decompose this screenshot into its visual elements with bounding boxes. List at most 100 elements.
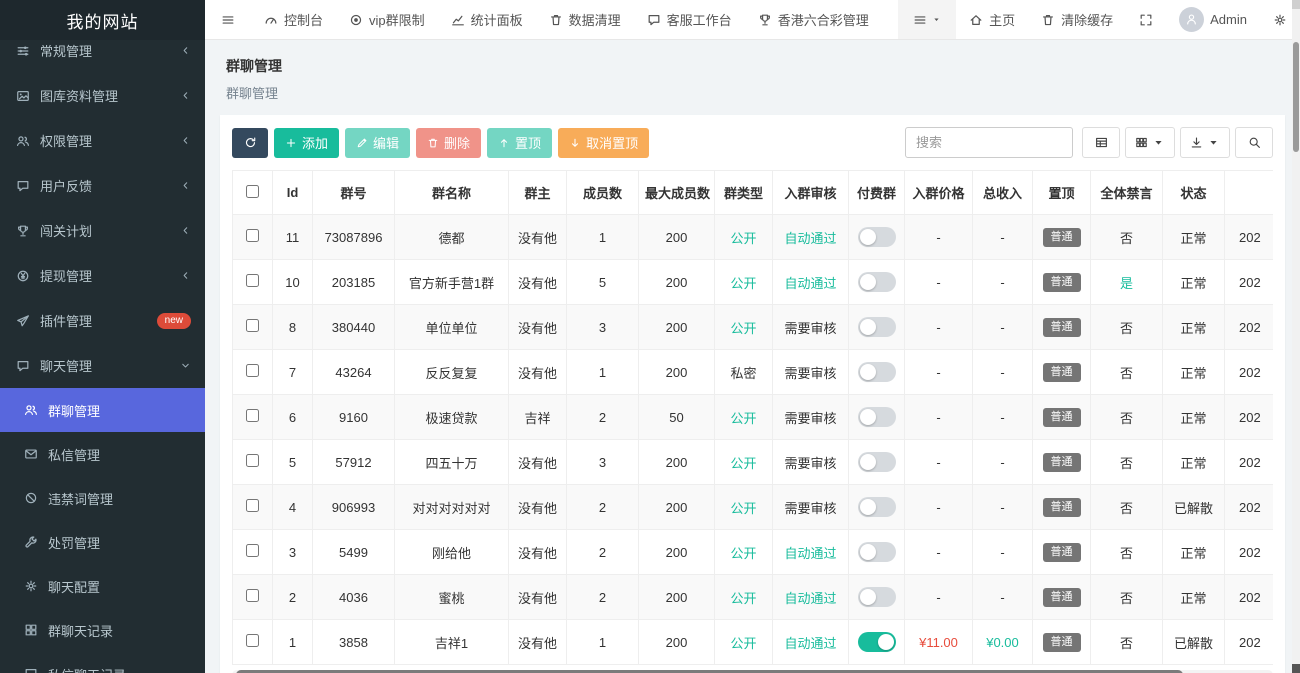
row-checkbox[interactable] xyxy=(246,409,259,422)
paid-toggle[interactable] xyxy=(858,317,896,337)
nav-fullscreen[interactable] xyxy=(1126,0,1166,40)
nav-menu-dropdown[interactable] xyxy=(898,0,956,40)
table-row: 69160极速贷款吉祥250公开需要审核--普通否正常202 xyxy=(233,395,1274,440)
sidebar-item-feedback[interactable]: 用户反馈 xyxy=(0,163,205,208)
row-checkbox[interactable] xyxy=(246,319,259,332)
nav-clear-cache[interactable]: 清除缓存 xyxy=(1028,0,1126,40)
top-badge: 普通 xyxy=(1043,273,1081,292)
column-header[interactable]: 置顶 xyxy=(1033,171,1091,215)
sidebar-subitem-chat-config[interactable]: 聊天配置 xyxy=(0,564,205,608)
export-dropdown-button[interactable] xyxy=(1180,127,1230,158)
nav-item-stats[interactable]: 统计面板 xyxy=(438,0,536,40)
delete-button[interactable]: 删除 xyxy=(416,128,481,158)
row-checkbox[interactable] xyxy=(246,364,259,377)
column-header[interactable]: 群类型 xyxy=(715,171,773,215)
arrow-up-icon xyxy=(498,137,510,149)
column-header[interactable]: 状态 xyxy=(1163,171,1225,215)
search-button[interactable] xyxy=(1235,127,1273,158)
paid-toggle[interactable] xyxy=(858,542,896,562)
nav-user[interactable]: Admin xyxy=(1166,0,1260,40)
nav-home[interactable]: 主页 xyxy=(956,0,1028,40)
search-input[interactable] xyxy=(905,127,1073,158)
cell: 没有他 xyxy=(509,215,567,260)
toggle-view-button[interactable] xyxy=(1082,127,1120,158)
cell-members: 1 xyxy=(599,365,606,380)
cell: 202 xyxy=(1225,305,1274,350)
cell: 对对对对对对 xyxy=(395,485,509,530)
cell-type: 公开 xyxy=(730,591,756,606)
paid-toggle[interactable] xyxy=(858,407,896,427)
column-header[interactable]: 群主 xyxy=(509,171,567,215)
column-header[interactable]: 总收入 xyxy=(973,171,1033,215)
dot-circle-icon xyxy=(349,13,363,27)
vertical-scrollbar[interactable] xyxy=(1292,0,1300,673)
toggle-knob xyxy=(860,499,876,515)
sidebar-subitem-private-chat-log[interactable]: 私信聊天记录 xyxy=(0,652,205,673)
scroll-up-button[interactable] xyxy=(1292,0,1300,9)
row-checkbox[interactable] xyxy=(246,229,259,242)
trophy-icon xyxy=(758,13,772,27)
nav-home-label: 主页 xyxy=(989,10,1015,29)
cell: 200 xyxy=(639,575,715,620)
sidebar-item-withdraw[interactable]: 提现管理 xyxy=(0,253,205,298)
row-checkbox[interactable] xyxy=(246,634,259,647)
row-checkbox[interactable] xyxy=(246,544,259,557)
paid-toggle[interactable] xyxy=(858,272,896,292)
cell: 73087896 xyxy=(313,215,395,260)
edit-button[interactable]: 编辑 xyxy=(345,128,410,158)
paid-toggle[interactable] xyxy=(858,497,896,517)
column-header[interactable]: 最大成员数 xyxy=(639,171,715,215)
paid-toggle[interactable] xyxy=(858,587,896,607)
refresh-button[interactable] xyxy=(232,128,268,158)
scroll-down-button[interactable] xyxy=(1292,664,1300,673)
sidebar-item-gallery[interactable]: 图库资料管理 xyxy=(0,73,205,118)
column-header[interactable]: 成员数 xyxy=(567,171,639,215)
nav-item-lottery[interactable]: 香港六合彩管理 xyxy=(745,0,882,40)
sidebar-subitem-punishment[interactable]: 处罚管理 xyxy=(0,520,205,564)
sidebar-subitem-banned-words[interactable]: 违禁词管理 xyxy=(0,476,205,520)
paid-toggle[interactable] xyxy=(858,362,896,382)
sidebar-item-chat[interactable]: 聊天管理 xyxy=(0,343,205,388)
nav-item-data-clean[interactable]: 数据清理 xyxy=(536,0,634,40)
vertical-scrollbar-thumb[interactable] xyxy=(1293,42,1299,152)
paid-toggle[interactable] xyxy=(858,632,896,652)
unpin-top-button[interactable]: 取消置顶 xyxy=(558,128,649,158)
select-all-checkbox[interactable] xyxy=(246,185,259,198)
cell: - xyxy=(905,260,973,305)
column-header[interactable]: Id xyxy=(273,171,313,215)
cell: 正常 xyxy=(1163,395,1225,440)
sidebar-subitem-group-chat[interactable]: 群聊管理 xyxy=(0,388,205,432)
nav-item-support[interactable]: 客服工作台 xyxy=(634,0,745,40)
row-checkbox[interactable] xyxy=(246,589,259,602)
cell-id: 1 xyxy=(289,635,296,650)
column-header[interactable]: 付费群 xyxy=(849,171,905,215)
cell: 43264 xyxy=(313,350,395,395)
paid-toggle[interactable] xyxy=(858,452,896,472)
table-row: 24036蜜桃没有他2200公开自动通过--普通否正常202 xyxy=(233,575,1274,620)
sidebar-item-plugins[interactable]: 插件管理new xyxy=(0,298,205,343)
add-button[interactable]: 添加 xyxy=(274,128,339,158)
nav-item-vip-limit[interactable]: vip群限制 xyxy=(336,0,438,40)
column-header[interactable]: 群名称 xyxy=(395,171,509,215)
row-checkbox[interactable] xyxy=(246,454,259,467)
column-header[interactable]: 全体禁言 xyxy=(1091,171,1163,215)
sidebar-subitem-private-msg[interactable]: 私信管理 xyxy=(0,432,205,476)
row-checkbox[interactable] xyxy=(246,499,259,512)
cell: 1 xyxy=(567,350,639,395)
sidebar-item-general[interactable]: 常规管理 xyxy=(0,40,205,73)
column-header[interactable]: 群号 xyxy=(313,171,395,215)
row-checkbox[interactable] xyxy=(246,274,259,287)
sidebar-toggle-button[interactable] xyxy=(205,0,251,40)
nav-item-console[interactable]: 控制台 xyxy=(251,0,336,40)
column-header[interactable] xyxy=(1225,171,1274,215)
sidebar-subitem-group-chat-log[interactable]: 群聊天记录 xyxy=(0,608,205,652)
column-header[interactable]: 入群审核 xyxy=(773,171,849,215)
column-header[interactable]: 入群价格 xyxy=(905,171,973,215)
cell-price: - xyxy=(936,500,940,515)
sidebar-item-permissions[interactable]: 权限管理 xyxy=(0,118,205,163)
sidebar-item-levels[interactable]: 闯关计划 xyxy=(0,208,205,253)
cell-name: 刚给他 xyxy=(432,546,471,561)
paid-toggle[interactable] xyxy=(858,227,896,247)
columns-dropdown-button[interactable] xyxy=(1125,127,1175,158)
pin-top-button[interactable]: 置顶 xyxy=(487,128,552,158)
